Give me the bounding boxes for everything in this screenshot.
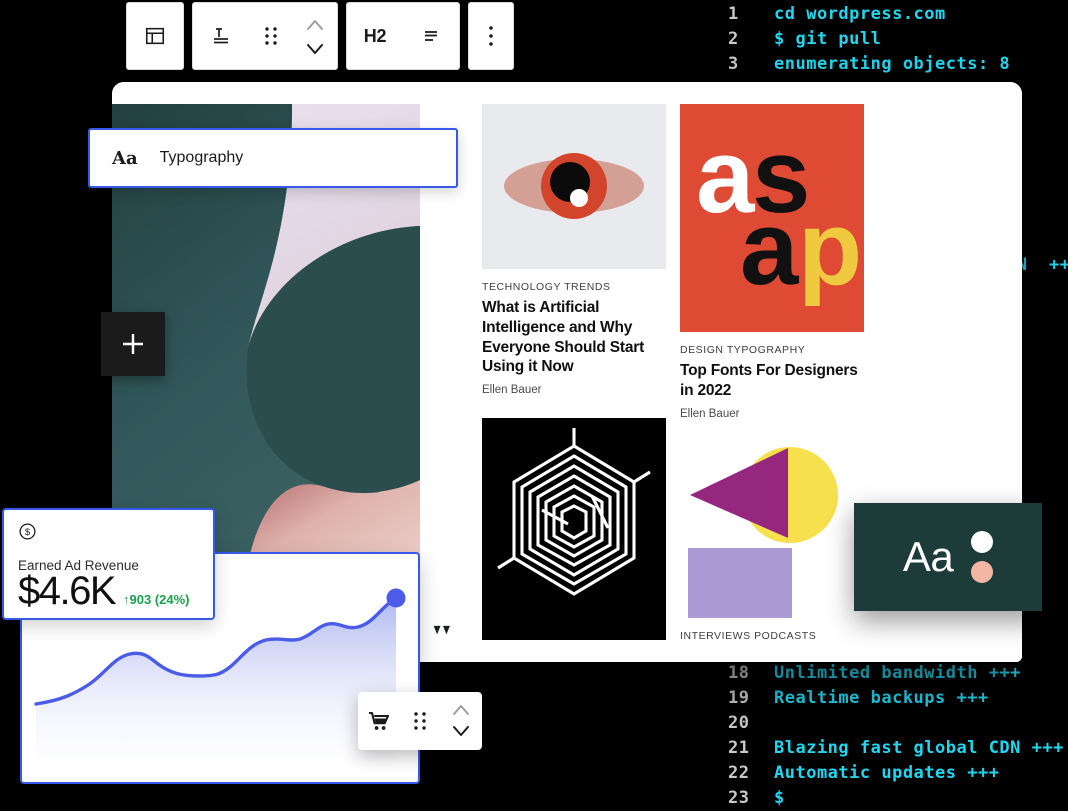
paragraph-icon [214,28,228,44]
cart-block-toolbar [358,692,482,750]
terminal-line-text: $ git pull [774,29,882,49]
align-button[interactable] [403,3,459,69]
terminal-line-text: enumerating objects: 8 [774,54,1011,74]
terminal-line-number: 18 [728,663,750,683]
layout-icon [145,27,165,45]
article-byline: Ellen Bauer [482,384,542,397]
article-byline: Ellen Bauer [680,407,740,420]
heading-level-label: H2 [363,25,387,46]
terminal-line-number: 23 [728,788,750,808]
typography-aa-icon: Aa [112,147,138,169]
terminal-line: 1 cd wordpress.com [728,4,946,24]
svg-text:a: a [740,190,800,307]
article-kicker: TECHNOLOGY TRENDS [482,281,611,293]
drag-handle-icon [414,712,426,730]
terminal-line-number: 22 [728,763,750,783]
toolbar-group-format: H2 [346,2,460,70]
move-down-button[interactable] [293,16,337,82]
terminal-line-number: 1 [728,4,739,24]
drag-handle-button[interactable] [249,3,293,69]
terminal-line-number: 21 [728,738,750,758]
block-editor-toolbar: H2 [126,2,514,70]
cart-block-button[interactable] [358,692,399,750]
color-swatches [971,531,994,583]
terminal-line: 20 [728,713,774,733]
terminal-line-text: Automatic updates +++ [774,763,1000,783]
drag-handle-icon [265,27,277,45]
typography-preview-card[interactable]: Aa [854,503,1042,611]
browser-chrome-bar [112,82,1022,104]
terminal-line: 18 Unlimited bandwidth +++ [728,663,1021,683]
toolbar-group-block [192,2,338,70]
revenue-value: $4.6K [18,569,117,613]
site-logo-icon [433,625,450,635]
terminal-line: 2 $ git pull [728,29,881,49]
shopping-cart-icon [368,711,389,730]
heading-level-button[interactable]: H2 [347,3,403,69]
toolbar-group-layout [126,2,184,70]
geometric-shapes-icon[interactable] [680,439,864,618]
layout-button[interactable] [127,3,183,69]
add-block-button[interactable] [101,312,165,376]
terminal-line: 19 Realtime backups +++ [728,688,989,708]
terminal-line-text: $ [774,788,785,808]
terminal-line-text: cd wordpress.com [774,4,946,24]
terminal-line: 21 Blazing fast global CDN +++ [728,738,1064,758]
svg-text:p: p [798,190,862,307]
screenshot-stage: 1 cd wordpress.com 2 $ git pull 3 enumerati… [0,0,1068,811]
article-column-left: TECHNOLOGY TRENDS What is Artificial Int… [482,104,666,662]
terminal-line: 22 Automatic updates +++ [728,763,999,783]
article-headline[interactable]: Top Fonts For Designers in 2022 [680,361,864,401]
eye-illustration-icon[interactable] [482,104,666,269]
more-options-icon [489,26,493,46]
swatch-white-icon[interactable] [971,531,994,553]
cart-move-buttons[interactable] [441,692,482,750]
article-column-right: a s a p DESIGN TYPOGRAPHY Top Fonts For … [680,104,864,662]
earned-revenue-card: $ Earned Ad Revenue $4.6K ↑903 (24%) [2,508,215,620]
asap-poster-icon[interactable]: a s a p [680,104,864,332]
chevron-down-icon [307,44,323,54]
svg-text:$: $ [25,527,31,538]
maze-artwork-icon[interactable] [482,418,666,641]
toolbar-group-more [468,2,514,70]
chevron-up-down-icon [453,705,470,736]
revenue-delta: ↑903 (24%) [123,592,190,607]
article-kicker: INTERVIEWS PODCASTS [680,629,817,642]
terminal-line-text: Realtime backups +++ [774,688,989,708]
article-kicker: DESIGN TYPOGRAPHY [680,344,806,356]
typography-preview-text: Aa [902,533,954,580]
terminal-line-number: 20 [728,713,750,733]
article-headline[interactable]: What is Artificial Intelligence and Why … [482,298,666,377]
swatch-salmon-icon[interactable] [971,561,994,583]
terminal-line-number: 3 [728,54,739,74]
paragraph-type-button[interactable] [193,3,249,69]
plus-icon [123,334,143,354]
terminal-line: 3 enumerating objects: 8 [728,54,1010,74]
dollar-circle-icon: $ [19,523,36,540]
terminal-line-number: 19 [728,688,750,708]
more-options-button[interactable] [469,3,513,69]
terminal-line: 23 $ [728,788,785,808]
cart-drag-handle-button[interactable] [399,692,440,750]
typography-panel[interactable]: Aa Typography [88,128,458,188]
revenue-value-row: $4.6K ↑903 (24%) [18,571,199,611]
terminal-line-text: Blazing fast global CDN +++ [774,738,1064,758]
terminal-line-number: 2 [728,29,739,49]
typography-label: Typography [159,149,244,166]
terminal-line-text: Unlimited bandwidth +++ [774,663,1021,683]
align-left-icon [425,31,437,41]
